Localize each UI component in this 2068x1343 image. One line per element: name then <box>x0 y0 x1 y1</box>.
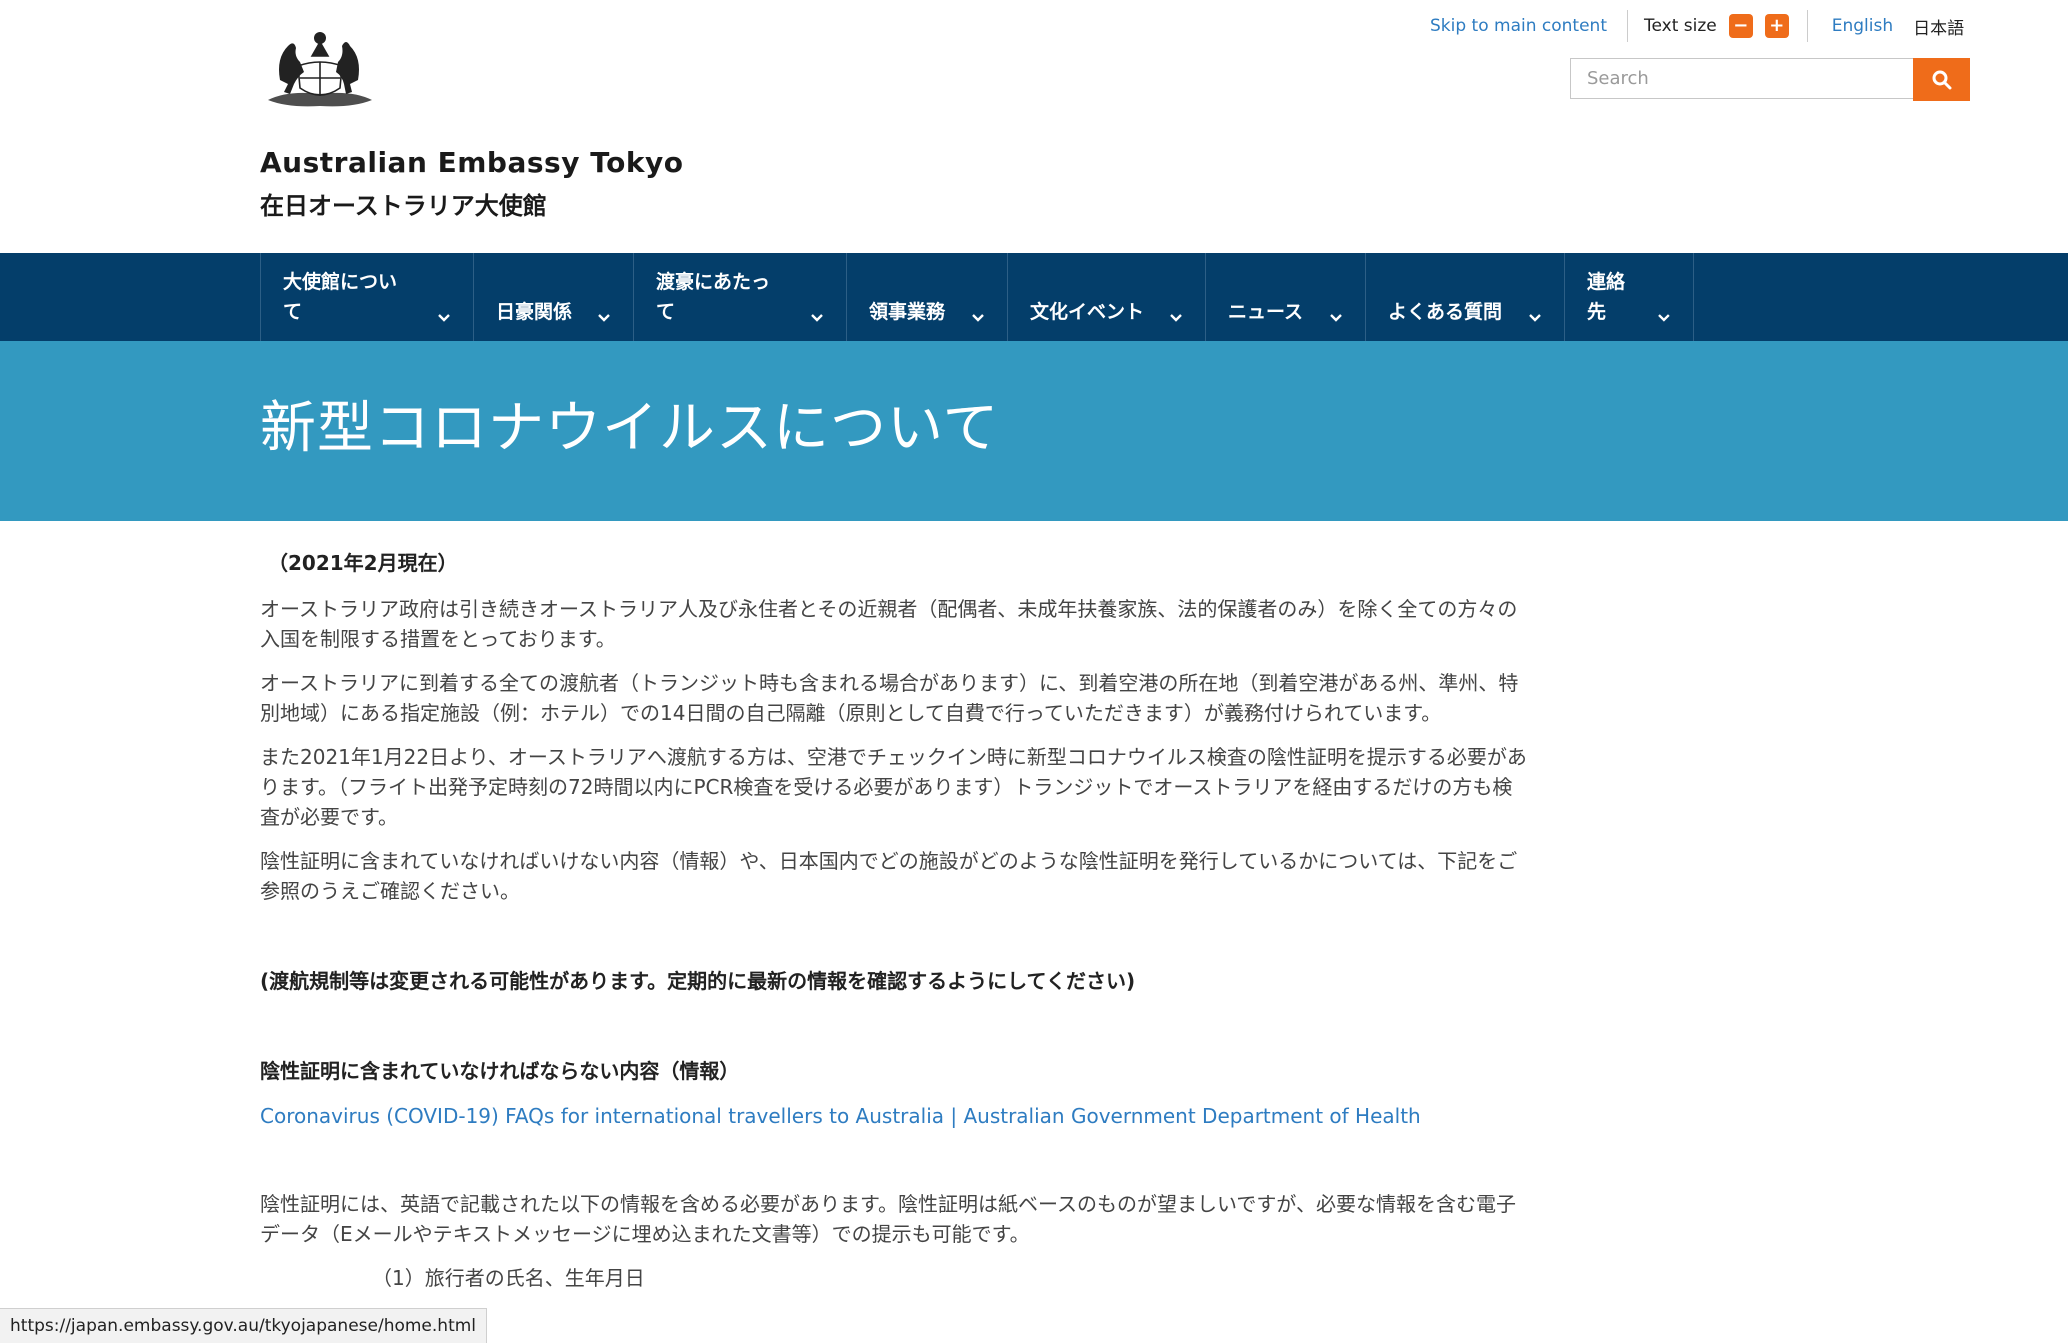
page-title: 新型コロナウイルスについて <box>260 396 1000 461</box>
paragraph: また2021年1月22日より、オーストラリアへ渡航する方は、空港でチェックイン時… <box>260 745 1527 829</box>
text-size-decrease-button[interactable]: − <box>1728 14 1753 38</box>
site-header: Australian Embassy Tokyo 在日オーストラリア大使館 Sk… <box>0 0 2068 253</box>
search-icon <box>1932 70 1951 89</box>
nav-item-label: 渡豪にあたって <box>656 271 771 323</box>
skip-to-content-link[interactable]: Skip to main content <box>1430 16 1607 36</box>
browser-status-bar-url: https://japan.embassy.gov.au/tkyojapanes… <box>0 1308 488 1343</box>
nav-item-label: 大使館について <box>283 271 398 323</box>
paragraph: オーストラリアに到着する全ての渡航者（トランジット時も含まれる場合があります）に… <box>260 671 1519 725</box>
chevron-down-icon <box>1658 314 1670 322</box>
chevron-down-icon <box>1330 314 1342 322</box>
nav-item-news[interactable]: ニュース <box>1205 253 1365 341</box>
coat-of-arms-logo[interactable] <box>258 18 382 118</box>
nav-item-label: 文化イベント <box>1030 301 1145 323</box>
language-english-link[interactable]: English <box>1832 16 1893 36</box>
as-of-date: （2021年2月現在） <box>268 551 458 575</box>
chevron-down-icon <box>1529 314 1541 322</box>
search-input[interactable] <box>1570 58 1913 99</box>
section-heading: 陰性証明に含まれていなければならない内容（情報） <box>260 1059 740 1083</box>
chevron-down-icon <box>811 314 823 322</box>
chevron-down-icon <box>972 314 984 322</box>
chevron-down-icon <box>598 314 610 322</box>
nav-item-consular-services[interactable]: 領事業務 <box>846 253 1007 341</box>
divider <box>1627 10 1628 42</box>
nav-item-contact[interactable]: 連絡先 <box>1564 253 1694 341</box>
health-department-faq-link[interactable]: Coronavirus (COVID-19) FAQs for internat… <box>260 1104 1421 1128</box>
main-navigation: 大使館について 日豪関係 渡豪にあたって 領事業務 文化イベント ニュース よく… <box>0 253 2068 341</box>
site-title[interactable]: Australian Embassy Tokyo <box>260 146 683 179</box>
search-button[interactable] <box>1913 58 1970 101</box>
chevron-down-icon <box>438 314 450 322</box>
nav-item-label: 領事業務 <box>869 301 946 323</box>
nav-item-label: よくある質問 <box>1388 301 1503 323</box>
nav-item-culture-events[interactable]: 文化イベント <box>1007 253 1205 341</box>
language-japanese-current: 日本語 <box>1913 18 1965 39</box>
nav-item-travel-to-australia[interactable]: 渡豪にあたって <box>633 253 846 341</box>
utility-bar: Skip to main content Text size − + Engli… <box>1430 10 1964 42</box>
paragraph: 陰性証明には、英語で記載された以下の情報を含める必要があります。陰性証明は紙ベー… <box>260 1192 1516 1246</box>
divider <box>1806 10 1808 42</box>
nav-item-faq[interactable]: よくある質問 <box>1365 253 1564 341</box>
search-form <box>1570 58 1970 101</box>
text-size-increase-button[interactable]: + <box>1764 14 1789 38</box>
site-subtitle[interactable]: 在日オーストラリア大使館 <box>260 186 547 221</box>
nav-item-about-embassy[interactable]: 大使館について <box>260 253 473 341</box>
paragraph: オーストラリア政府は引き続きオーストラリア人及び永住者とその近親者（配偶者、未成… <box>260 597 1518 651</box>
nav-item-japan-australia-relations[interactable]: 日豪関係 <box>473 253 633 341</box>
text-size-label: Text size <box>1644 16 1717 36</box>
nav-item-label: ニュース <box>1228 301 1304 323</box>
paragraph: 陰性証明に含まれていなければいけない内容（情報）や、日本国内でどの施設がどのよう… <box>260 849 1518 903</box>
nav-item-label: 日豪関係 <box>496 301 573 323</box>
chevron-down-icon <box>1170 314 1182 322</box>
nav-item-label: 連絡先 <box>1587 271 1626 323</box>
list-item: （1）旅行者の氏名、生年月日 <box>372 1266 645 1290</box>
regulation-change-note: (渡航規制等は変更される可能性があります。定期的に最新の情報を確認するようにして… <box>260 969 1136 993</box>
main-content: （2021年2月現在） オーストラリア政府は引き続きオーストラリア人及び永住者と… <box>260 548 1530 1293</box>
page-banner: 新型コロナウイルスについて <box>0 341 2068 521</box>
